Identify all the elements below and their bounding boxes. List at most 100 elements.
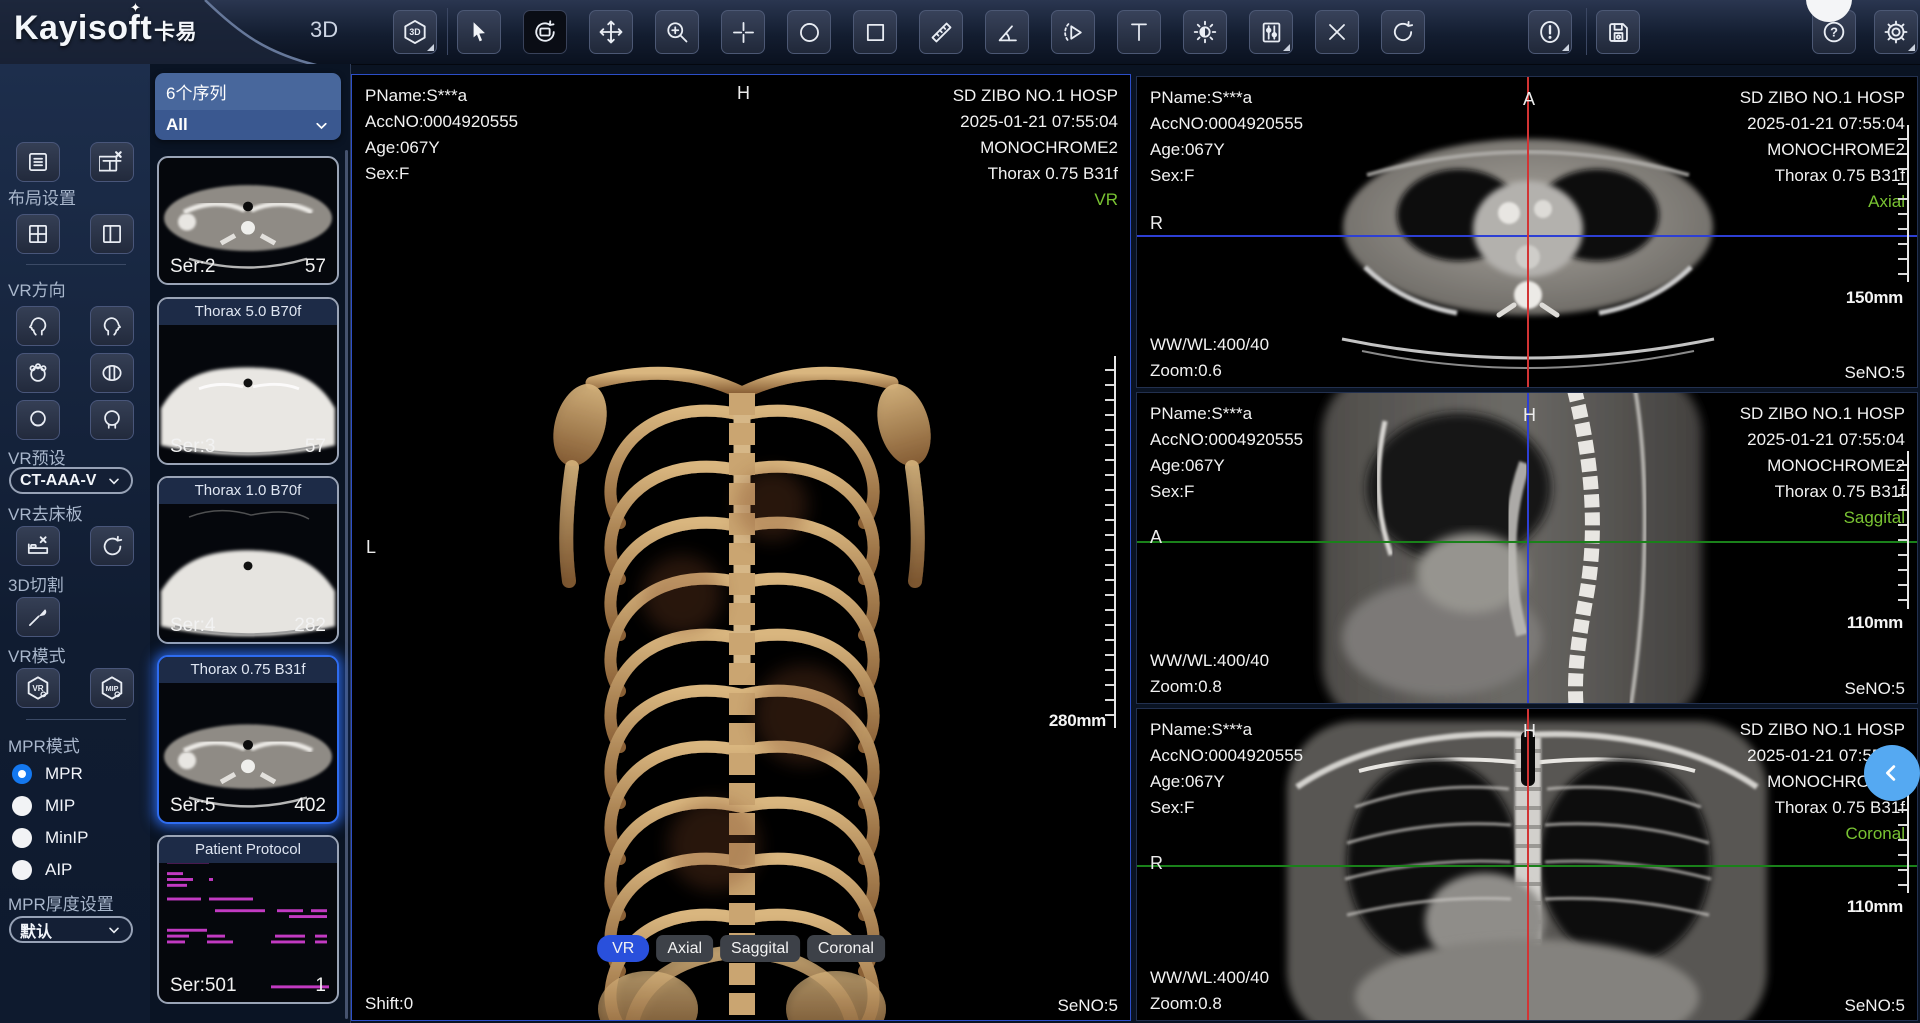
photometric: MONOCHROME2 <box>1740 453 1905 479</box>
pan-tool-button[interactable] <box>589 10 633 54</box>
coronal-reference-line-vertical[interactable] <box>1527 709 1529 1020</box>
hospital-name: SD ZIBO NO.1 HOSP <box>1740 85 1905 111</box>
remove-bed-button[interactable] <box>16 526 60 566</box>
angle-tool-button[interactable] <box>985 10 1029 54</box>
series-thumbnail-ser4[interactable]: Thorax 1.0 B70f Ser:4 282 <box>157 476 339 644</box>
series-number: Ser:4 <box>170 615 215 637</box>
dropdown-corner <box>1908 44 1915 51</box>
grid-layout-button[interactable] <box>16 214 60 254</box>
info-tool-button[interactable] <box>1528 10 1572 54</box>
coronal-view-button[interactable]: Coronal <box>807 935 885 962</box>
coronal-viewport[interactable]: PName:S***a AccNO:0004920555 Age:067Y Se… <box>1136 708 1918 1021</box>
collapse-panel-button[interactable] <box>1864 745 1920 801</box>
patient-age: Age:067Y <box>1150 453 1303 479</box>
mip-render-button[interactable]: MIP <box>90 668 134 708</box>
scale-ruler <box>1898 125 1909 282</box>
vr-mode-label: VR模式 <box>8 642 66 667</box>
zoom-value: Zoom:0.8 <box>1150 674 1269 700</box>
patient-age: Age:067Y <box>1150 769 1303 795</box>
series-scrollbar[interactable] <box>345 150 348 1019</box>
series-filter-select[interactable]: All <box>155 110 341 140</box>
patient-age: Age:067Y <box>365 135 518 161</box>
vr-head-superior-button[interactable] <box>16 353 60 393</box>
saggital-viewport[interactable]: PName:S***a AccNO:0004920555 Age:067Y Se… <box>1136 392 1918 704</box>
zoom-tool-button[interactable] <box>655 10 699 54</box>
view-type-label: Saggital <box>1740 505 1905 531</box>
series-list-layout-button[interactable] <box>16 142 60 182</box>
series-number: Ser:5 <box>170 795 215 817</box>
mpr-thickness-select[interactable]: 默认 <box>9 916 133 943</box>
patient-name: PName:S***a <box>1150 717 1303 743</box>
vr-preset-select[interactable]: CT-AAA-V <box>9 467 133 494</box>
mpr-radio-option[interactable]: MPR <box>12 764 83 784</box>
rotate-3d-tool-button[interactable] <box>523 10 567 54</box>
cut-3d-label: 3D切割 <box>8 571 64 596</box>
minip-radio-option[interactable]: MinIP <box>12 828 88 848</box>
vr-view-button[interactable]: VR <box>597 935 649 962</box>
window-level-zoom: WW/WL:400/40 Zoom:0.6 <box>1150 332 1269 384</box>
close-layout-button[interactable] <box>90 142 134 182</box>
wwwl-value: WW/WL:400/40 <box>1150 965 1269 991</box>
dropdown-corner <box>1283 44 1290 51</box>
split-layout-button[interactable] <box>90 214 134 254</box>
image-count: 282 <box>294 615 326 637</box>
divider <box>26 264 126 265</box>
volume-3d-tool-button[interactable]: 3D <box>393 10 437 54</box>
vr-head-posterior-button[interactable] <box>90 400 134 440</box>
vr-head-anterior-button[interactable] <box>16 400 60 440</box>
orientation-marker-left: R <box>1150 213 1163 234</box>
wwwl-value: WW/WL:400/40 <box>1150 332 1269 358</box>
ellipse-tool-button[interactable] <box>787 10 831 54</box>
saggital-reference-line-vertical[interactable] <box>1527 393 1529 703</box>
series-header: 6个序列 All <box>155 73 341 140</box>
series-thumbnail-ser3[interactable]: Thorax 5.0 B70f Ser:3 57 <box>157 297 339 465</box>
save-button[interactable] <box>1596 10 1640 54</box>
divider <box>26 719 126 720</box>
scale-label: 150mm <box>1846 288 1903 308</box>
aip-radio-option[interactable]: AIP <box>12 860 72 880</box>
hospital-name: SD ZIBO NO.1 HOSP <box>953 83 1118 109</box>
axial-view-button[interactable]: Axial <box>656 935 713 962</box>
vr-head-inferior-button[interactable] <box>90 353 134 393</box>
reset-tool-button[interactable] <box>1381 10 1425 54</box>
cobb-angle-tool-button[interactable] <box>1051 10 1095 54</box>
settings-button[interactable] <box>1874 10 1918 54</box>
study-datetime: 2025-01-21 07:55:04 <box>953 109 1118 135</box>
reset-bed-button[interactable] <box>90 526 134 566</box>
mip-radio-option[interactable]: MIP <box>12 796 75 816</box>
series-thumbnail-ser501[interactable]: Patient Protocol Ser:501 1 <box>157 835 339 1004</box>
zoom-value: Zoom:0.8 <box>1150 991 1269 1017</box>
vr-render-button[interactable]: VR <box>16 668 60 708</box>
axial-reference-line-vertical[interactable] <box>1527 77 1529 387</box>
patient-sex: Sex:F <box>1150 795 1303 821</box>
svg-text:?: ? <box>1830 24 1838 39</box>
patient-info-overlay: PName:S***a AccNO:0004920555 Age:067Y Se… <box>365 83 518 187</box>
shift-value: Shift:0 <box>365 991 413 1017</box>
study-info-overlay: SD ZIBO NO.1 HOSP 2025-01-21 07:55:04 MO… <box>953 83 1118 213</box>
series-thumbnail-ser2[interactable]: Ser:2 57 <box>157 156 339 285</box>
text-tool-button[interactable] <box>1117 10 1161 54</box>
patient-accno: AccNO:0004920555 <box>1150 111 1303 137</box>
vr-head-left-button[interactable] <box>16 306 60 346</box>
series-thumbnail-ser5-selected[interactable]: Thorax 0.75 B31f Ser:5 402 <box>157 655 339 824</box>
saggital-view-button[interactable]: Saggital <box>720 935 800 962</box>
vr-head-right-button[interactable] <box>90 306 134 346</box>
window-level-tool-button[interactable] <box>1249 10 1293 54</box>
clear-tool-button[interactable] <box>1315 10 1359 54</box>
series-title: Patient Protocol <box>159 837 337 863</box>
ruler-tool-button[interactable] <box>919 10 963 54</box>
pointer-tool-button[interactable] <box>457 10 501 54</box>
svg-text:3D: 3D <box>409 27 420 37</box>
cut-scalpel-button[interactable] <box>16 597 60 637</box>
series-no: SeNO:5 <box>1058 996 1118 1016</box>
image-count: 1 <box>315 975 326 997</box>
vr-preset-label: VR预设 <box>8 444 66 469</box>
vr-skeleton-render <box>352 75 1131 1021</box>
vr-viewport[interactable]: PName:S***a AccNO:0004920555 Age:067Y Se… <box>351 74 1131 1021</box>
brightness-tool-button[interactable] <box>1183 10 1227 54</box>
scale-label: 110mm <box>1847 897 1903 917</box>
axial-viewport[interactable]: PName:S***a AccNO:0004920555 Age:067Y Se… <box>1136 76 1918 388</box>
crosshair-tool-button[interactable] <box>721 10 765 54</box>
orientation-marker-top: A <box>1523 89 1535 110</box>
rectangle-tool-button[interactable] <box>853 10 897 54</box>
